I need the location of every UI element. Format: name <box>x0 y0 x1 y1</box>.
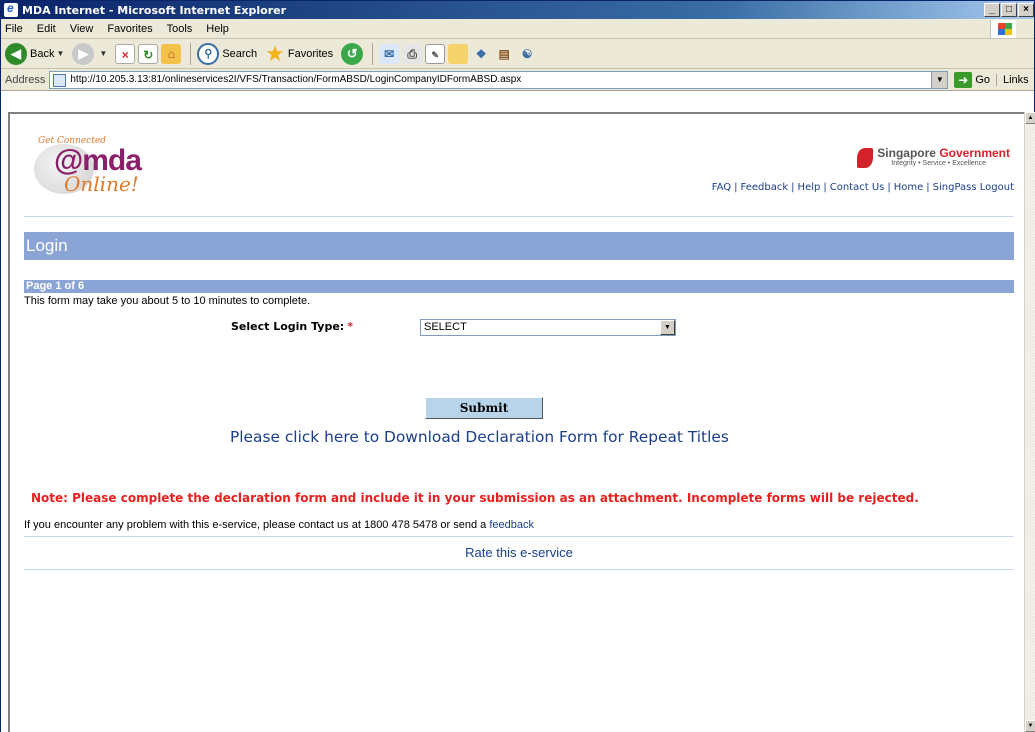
submit-button[interactable]: Submit <box>425 397 543 419</box>
address-label: Address <box>5 73 46 86</box>
stop-icon[interactable]: × <box>115 43 136 64</box>
back-arrow-icon: ◀ <box>5 42 27 65</box>
minimize-button[interactable]: _ <box>984 3 1000 17</box>
form-description: This form may take you about 5 to 10 min… <box>24 295 311 307</box>
address-bar: Address http://10.205.3.13:81/onlineserv… <box>1 69 1034 91</box>
favorites-button[interactable]: ★ Favorites <box>265 41 333 67</box>
menu-edit[interactable]: Edit <box>37 23 56 35</box>
search-label: Search <box>222 47 258 60</box>
contact-message: If you encounter any problem with this e… <box>24 519 487 531</box>
lion-head-icon <box>857 148 874 168</box>
singpass-logout-link[interactable]: SingPass Logout <box>933 182 1014 193</box>
window-title: MDA Internet - Microsoft Internet Explor… <box>22 3 287 17</box>
home-link[interactable]: Home <box>894 182 924 193</box>
faq-link[interactable]: FAQ <box>712 182 731 193</box>
favorites-star-icon: ★ <box>265 40 285 66</box>
back-button[interactable]: ◀ Back ▼ <box>5 42 64 65</box>
help-link[interactable]: Help <box>798 182 821 193</box>
go-arrow-icon: ➜ <box>954 71 973 88</box>
gov-name-1: Singapore <box>877 146 936 160</box>
print-icon[interactable]: ⎙ <box>402 43 423 64</box>
scroll-up-icon[interactable]: ▲ <box>1025 112 1035 124</box>
gov-tagline: Integrity • Service • Excellence <box>891 160 987 167</box>
address-input[interactable]: http://10.205.3.13:81/onlineservices2I/V… <box>49 70 949 89</box>
login-type-select[interactable]: SELECT ▼ <box>420 319 676 336</box>
discuss-icon[interactable] <box>448 43 469 64</box>
title-bar: MDA Internet - Microsoft Internet Explor… <box>1 1 1034 19</box>
page-indicator: Page 1 of 6 <box>24 280 1014 293</box>
mda-online-logo: Get Connected @mda Online! <box>34 134 144 196</box>
menu-help[interactable]: Help <box>206 23 229 35</box>
vertical-scrollbar[interactable]: ▲ ▼ <box>1024 112 1035 732</box>
toolbar-separator <box>190 42 192 65</box>
scroll-down-icon[interactable]: ▼ <box>1025 720 1035 732</box>
search-button[interactable]: ⚲ Search <box>197 42 258 65</box>
research-icon[interactable]: ▤ <box>494 44 514 64</box>
menu-bar: File Edit View Favorites Tools Help <box>1 19 1034 39</box>
close-button[interactable]: × <box>1018 3 1034 17</box>
footer-divider-bottom <box>24 569 1014 570</box>
menu-tools[interactable]: Tools <box>167 23 193 35</box>
window-controls: _ □ × <box>984 3 1034 17</box>
address-url: http://10.205.3.13:81/onlineservices2I/V… <box>70 74 522 85</box>
search-icon: ⚲ <box>197 42 220 65</box>
login-type-value: SELECT <box>424 321 467 333</box>
go-label: Go <box>975 73 990 86</box>
toolbar: ◀ Back ▼ ▶ ▼ × ↻ ⌂ ⚲ Search ★ Favorites … <box>1 39 1034 69</box>
feedback-inline-link[interactable]: feedback <box>489 519 534 531</box>
back-dropdown-icon[interactable]: ▼ <box>56 49 64 58</box>
go-button[interactable]: ➜ Go <box>954 71 990 88</box>
gov-name-2: Government <box>939 146 1010 160</box>
feedback-link[interactable]: Feedback <box>741 182 789 193</box>
rate-eservice-link[interactable]: Rate this e-service <box>24 545 1014 560</box>
forward-dropdown-icon[interactable]: ▼ <box>99 49 107 58</box>
messenger-icon[interactable]: ❖ <box>471 44 491 64</box>
refresh-icon[interactable]: ↻ <box>138 43 159 64</box>
forward-button[interactable]: ▶ ▼ <box>72 42 107 65</box>
footer-divider-top <box>24 536 1014 537</box>
toolbar-separator <box>372 42 374 65</box>
download-declaration-link[interactable]: Please click here to Download Declaratio… <box>230 428 729 446</box>
contact-text: If you encounter any problem with this e… <box>24 519 534 531</box>
menu-favorites[interactable]: Favorites <box>107 23 152 35</box>
page-content: Get Connected @mda Online! Singapore Gov… <box>8 112 1024 732</box>
home-icon[interactable]: ⌂ <box>161 43 182 64</box>
edit-icon[interactable]: ✎ <box>425 43 446 64</box>
favorites-label: Favorites <box>287 47 334 60</box>
windows-logo-icon <box>990 20 1016 38</box>
required-mark: * <box>347 320 353 333</box>
singapore-government-logo: Singapore Government Integrity • Service… <box>857 146 1010 168</box>
maximize-button[interactable]: □ <box>1001 3 1017 17</box>
login-type-label: Select Login Type: * <box>231 320 353 333</box>
buddies-icon[interactable]: ☯ <box>517 44 537 64</box>
contact-us-link[interactable]: Contact Us <box>830 182 885 193</box>
history-icon[interactable]: ↺ <box>341 42 364 65</box>
menu-view[interactable]: View <box>70 23 94 35</box>
address-dropdown-icon[interactable]: ▼ <box>931 71 948 88</box>
login-type-label-text: Select Login Type: <box>231 320 345 333</box>
chevron-down-icon[interactable]: ▼ <box>660 320 675 335</box>
mail-icon[interactable]: ✉ <box>379 43 400 64</box>
ie-app-icon <box>4 1 18 17</box>
back-label: Back <box>30 47 55 60</box>
logo-online: Online! <box>64 172 139 196</box>
forward-arrow-icon: ▶ <box>72 42 95 65</box>
page-icon <box>53 73 67 87</box>
top-links: FAQ | Feedback | Help | Contact Us | Home | SingPa… <box>711 182 1014 193</box>
menu-file[interactable]: File <box>5 23 23 35</box>
links-button[interactable]: Links <box>996 73 1034 86</box>
declaration-note: Note: Please complete the declaration fo… <box>31 491 919 505</box>
header-divider <box>24 216 1014 217</box>
gov-name: Singapore Government <box>877 146 1010 160</box>
page-title: Login <box>24 232 1014 260</box>
